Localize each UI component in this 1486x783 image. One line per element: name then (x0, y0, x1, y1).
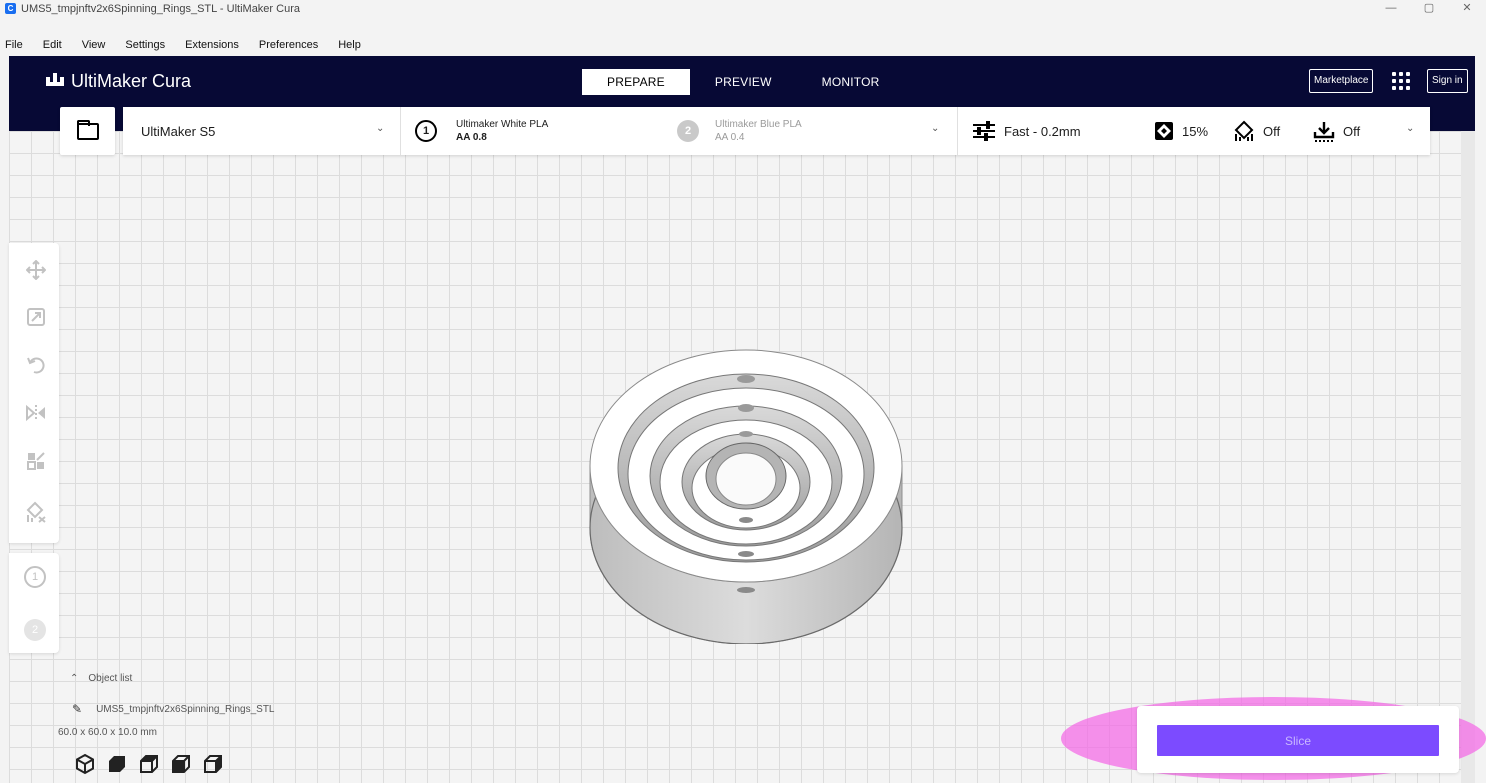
view-left-icon[interactable] (170, 753, 192, 775)
camera-views (74, 753, 234, 775)
slice-panel: Slice (1137, 706, 1459, 773)
support-setting: Off (1233, 107, 1280, 155)
profile-label: Fast - 0.2mm (1004, 123, 1081, 139)
window-controls: — ▢ ✕ (1372, 0, 1486, 17)
printer-settings-bar: UltiMaker S5 ⌄ 1 Ultimaker White PLA AA … (123, 107, 1430, 155)
menu-edit[interactable]: Edit (43, 39, 62, 51)
mirror-icon[interactable] (24, 403, 48, 427)
scale-icon[interactable] (24, 307, 48, 331)
printer-name: UltiMaker S5 (141, 123, 216, 139)
profile-setting: Fast - 0.2mm (972, 107, 1081, 155)
extruder-1-icon: 1 (415, 120, 437, 142)
ultimaker-logo-icon (45, 71, 67, 92)
object-name: UMS5_tmpjnftv2x6Spinning_Rings_STL (96, 703, 275, 715)
move-icon[interactable] (24, 259, 48, 284)
menu-extensions[interactable]: Extensions (185, 39, 239, 51)
extruder-1-material: Ultimaker White PLA (456, 119, 549, 130)
object-dimensions: 60.0 x 60.0 x 10.0 mm (58, 727, 157, 738)
extruder-2-tool-button[interactable]: 2 (24, 619, 46, 641)
model-tools-panel (9, 243, 59, 543)
sliders-icon (972, 121, 996, 141)
adhesion-icon (1313, 120, 1335, 142)
object-list-header: Object list (88, 673, 133, 684)
extruder-1-core: AA 0.8 (456, 132, 487, 143)
view-top-icon[interactable] (138, 753, 160, 775)
window-titlebar: C UMS5_tmpjnftv2x6Spinning_Rings_STL - U… (0, 0, 1486, 17)
menu-view[interactable]: View (82, 39, 106, 51)
print-settings-selector[interactable]: Fast - 0.2mm 15% Off Off ⌄ (958, 107, 1430, 155)
extruder-1-tool-button[interactable]: 1 (24, 566, 46, 588)
chevron-down-icon: ⌄ (376, 123, 385, 134)
apps-grid-icon[interactable] (1389, 70, 1411, 92)
slice-button[interactable]: Slice (1157, 725, 1439, 756)
menu-settings[interactable]: Settings (125, 39, 165, 51)
app-logo-text: UltiMaker Cura (71, 71, 192, 91)
rotate-icon[interactable] (24, 355, 48, 379)
pencil-icon[interactable]: ✎ (72, 702, 82, 716)
window-title: UMS5_tmpjnftv2x6Spinning_Rings_STL - Ult… (21, 2, 300, 15)
object-list-toggle[interactable]: ⌃ Object list (70, 673, 132, 684)
menu-preferences[interactable]: Preferences (259, 39, 318, 51)
support-blocker-icon[interactable] (24, 501, 48, 525)
support-label: Off (1263, 123, 1281, 139)
extruder-2-icon: 2 (677, 120, 699, 142)
object-list-item[interactable]: ✎ UMS5_tmpjnftv2x6Spinning_Rings_STL (72, 702, 275, 716)
infill-setting: 15% (1154, 107, 1208, 155)
tab-monitor[interactable]: MONITOR (797, 69, 905, 95)
chevron-down-icon: ⌄ (931, 123, 940, 134)
per-model-settings-icon[interactable] (24, 451, 48, 475)
infill-icon (1154, 121, 1174, 141)
folder-icon (76, 119, 99, 140)
build-volume-edge (1461, 131, 1475, 783)
tab-preview[interactable]: PREVIEW (690, 69, 797, 95)
view-3d-icon[interactable] (74, 753, 96, 775)
menu-help[interactable]: Help (338, 39, 361, 51)
adhesion-label: Off (1343, 123, 1361, 139)
support-icon (1233, 120, 1255, 142)
menu-bar: File Edit View Settings Extensions Prefe… (0, 35, 1486, 54)
cura-app-icon: C (5, 3, 16, 14)
view-right-icon[interactable] (202, 753, 224, 775)
marketplace-button[interactable]: Marketplace (1309, 69, 1374, 93)
adhesion-setting: Off (1313, 107, 1360, 155)
infill-label: 15% (1182, 123, 1209, 139)
minimize-button[interactable]: — (1372, 0, 1410, 17)
tab-prepare[interactable]: PREPARE (582, 69, 690, 95)
open-file-button[interactable] (60, 107, 115, 155)
printer-selector[interactable]: UltiMaker S5 ⌄ (123, 107, 401, 155)
maximize-button[interactable]: ▢ (1410, 0, 1448, 17)
app-logo: UltiMaker Cura (45, 71, 191, 92)
extruder-2-core: AA 0.4 (715, 132, 745, 143)
extruder-2-material: Ultimaker Blue PLA (715, 119, 802, 130)
spinning-rings-model[interactable] (588, 348, 904, 644)
extruder-tools-panel: 1 2 (9, 553, 59, 653)
extruder-2-info: Ultimaker Blue PLA AA 0.4 (715, 118, 802, 144)
extruder-1-info: Ultimaker White PLA AA 0.8 (456, 118, 548, 144)
view-front-icon[interactable] (106, 753, 128, 775)
sign-in-button[interactable]: Sign in (1427, 69, 1468, 93)
close-button[interactable]: ✕ (1448, 0, 1486, 17)
stage-tabs: PREPARE PREVIEW MONITOR (582, 69, 904, 95)
menu-file[interactable]: File (5, 39, 23, 51)
material-selector[interactable]: 1 Ultimaker White PLA AA 0.8 2 Ultimaker… (401, 107, 958, 155)
chevron-down-icon: ⌄ (1406, 123, 1415, 134)
chevron-up-icon: ⌃ (70, 673, 79, 684)
